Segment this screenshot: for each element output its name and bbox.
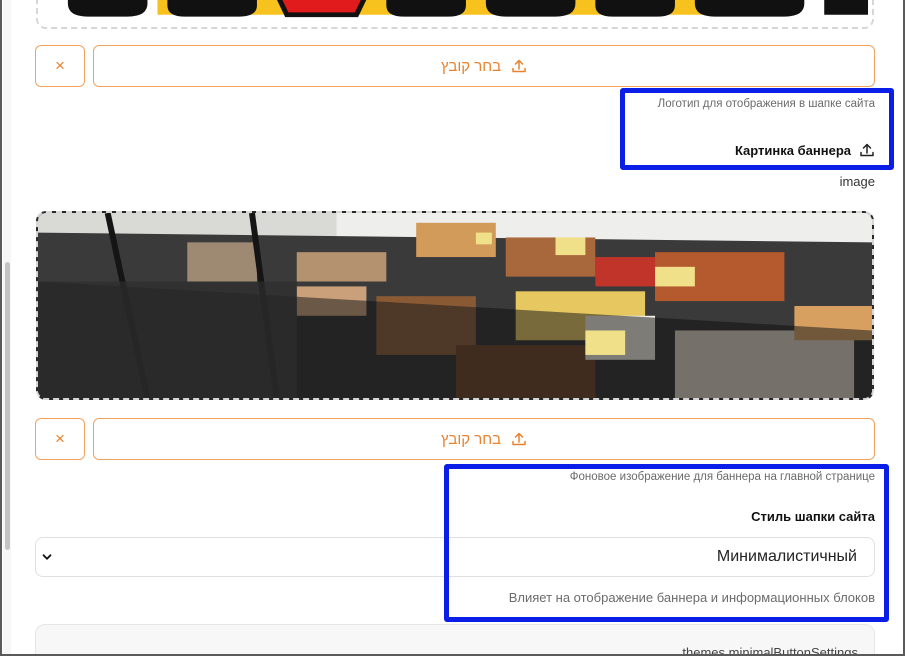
scrollbar-thumb[interactable]	[5, 262, 10, 550]
header-style-selected-value: Минималистичный	[716, 548, 857, 565]
remove-logo-button[interactable]: ×	[35, 45, 85, 87]
choose-banner-file-button[interactable]: בחר קובץ	[93, 418, 875, 460]
minimal-button-settings-card: themes.minimalButtonSettings	[35, 624, 875, 656]
close-icon: ×	[55, 56, 65, 75]
banner-help-text: Фоновое изображение для баннера на главн…	[569, 471, 875, 483]
choose-logo-file-button[interactable]: בחר קובץ	[93, 45, 875, 87]
choose-file-label: בחר קובץ	[440, 57, 502, 75]
choose-file-label: בחר קובץ	[440, 430, 502, 448]
banner-label-text: Картинка баннера	[734, 142, 851, 158]
header-style-select[interactable]: Минималистичный	[35, 537, 875, 577]
banner-image	[38, 213, 872, 398]
logo-preview	[36, 0, 874, 29]
remove-banner-button[interactable]: ×	[35, 418, 85, 460]
logo-image	[38, 0, 872, 27]
upload-icon	[512, 59, 526, 73]
settings-panel: × בחר קובץ Логотип для отображения в шап…	[0, 0, 905, 656]
header-style-help-text: Влияет на отображение баннера и информац…	[508, 590, 875, 605]
upload-icon	[512, 432, 526, 446]
upload-icon	[860, 143, 874, 157]
chevron-down-icon	[42, 554, 52, 560]
banner-preview	[36, 211, 874, 400]
banner-caption: image	[839, 174, 875, 189]
logo-help-text: Логотип для отображения в шапке сайта	[657, 98, 875, 110]
close-icon: ×	[55, 429, 65, 448]
banner-field-label: Картинка баннера	[735, 142, 875, 158]
header-style-label: Стиль шапки сайта	[751, 509, 875, 524]
window-border-left	[0, 0, 2, 656]
